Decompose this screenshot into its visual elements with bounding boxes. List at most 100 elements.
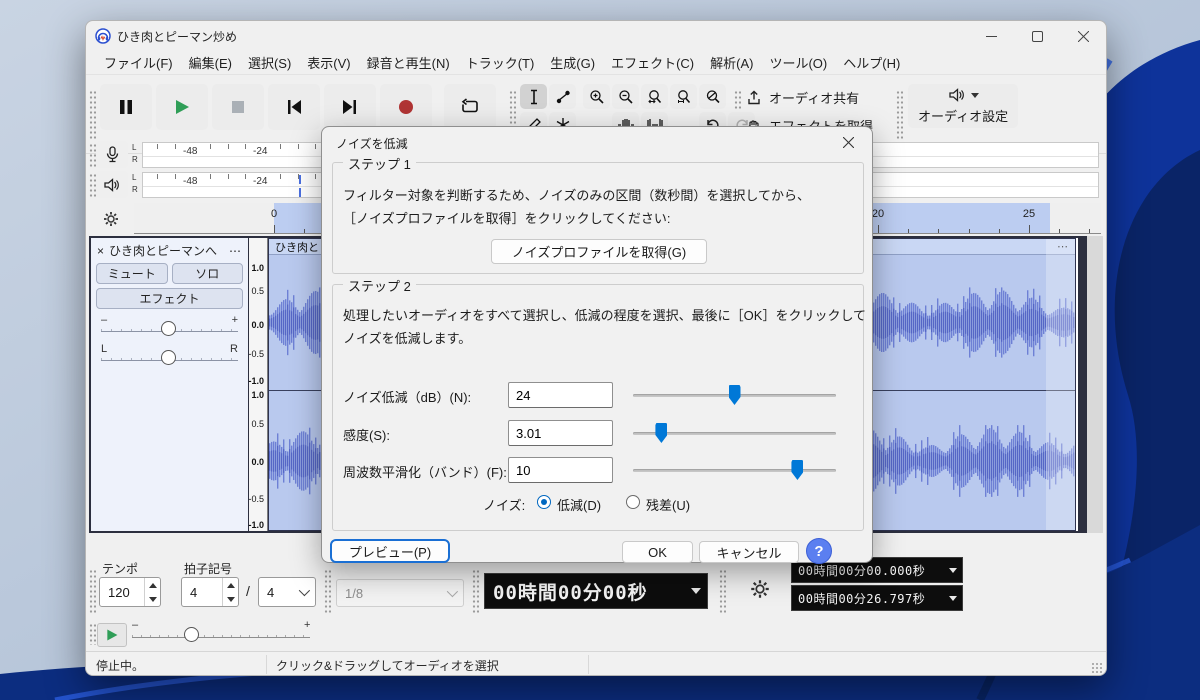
minimize-button[interactable] bbox=[968, 21, 1014, 51]
time-toolbar-grip[interactable] bbox=[89, 569, 96, 615]
envelope-tool-button[interactable] bbox=[549, 84, 576, 109]
selection-tool-button[interactable] bbox=[520, 84, 547, 109]
timeline-label-25: 25 bbox=[1023, 208, 1035, 220]
solo-button[interactable]: ソロ bbox=[172, 263, 244, 284]
stop-icon bbox=[230, 99, 246, 115]
menu-analyze[interactable]: 解析(A) bbox=[702, 50, 761, 75]
sensitivity-slider-thumb[interactable] bbox=[655, 423, 667, 443]
play-at-speed-button[interactable] bbox=[97, 623, 127, 647]
share-audio-button[interactable]: オーディオ共有 bbox=[746, 88, 859, 107]
audio-position-display[interactable]: 00時間00分00秒 bbox=[484, 573, 708, 609]
tempo-down-button[interactable] bbox=[145, 592, 160, 606]
freq-smoothing-input[interactable] bbox=[508, 457, 613, 483]
menu-transport[interactable]: 録音と再生(N) bbox=[359, 50, 458, 75]
timesig-upper-value[interactable]: 4 bbox=[182, 578, 222, 606]
gain-slider-thumb[interactable] bbox=[161, 321, 176, 336]
tempo-value[interactable]: 120 bbox=[100, 578, 144, 606]
timeline-label-20: 20 bbox=[872, 208, 884, 220]
record-button[interactable] bbox=[380, 84, 432, 130]
snap-toolbar-grip[interactable] bbox=[324, 569, 331, 615]
audio-setup-grip[interactable] bbox=[896, 90, 903, 140]
menu-select[interactable]: 選択(S) bbox=[240, 50, 299, 75]
noise-reduction-slider[interactable] bbox=[633, 385, 836, 405]
tempo-up-button[interactable] bbox=[145, 578, 160, 592]
play-speed-grip[interactable] bbox=[89, 623, 96, 645]
play-button[interactable] bbox=[156, 84, 208, 130]
radio-residue-label[interactable]: 残差(U) bbox=[646, 495, 690, 514]
skip-to-end-button[interactable] bbox=[324, 84, 376, 130]
playback-meter-grip[interactable] bbox=[89, 173, 96, 197]
noise-reduction-slider-thumb[interactable] bbox=[729, 385, 741, 405]
snap-dropdown[interactable]: 1/8 bbox=[336, 579, 464, 607]
menu-generate[interactable]: 生成(G) bbox=[542, 50, 603, 75]
tempo-spinner[interactable]: 120 bbox=[99, 577, 161, 607]
window-resize-grip[interactable] bbox=[1091, 662, 1103, 674]
selection-options-button[interactable] bbox=[750, 579, 770, 602]
record-icon bbox=[397, 98, 415, 116]
radio-residue[interactable] bbox=[626, 495, 640, 509]
title-bar[interactable]: ひき肉とピーマン炒め bbox=[86, 21, 1106, 51]
clip-right-edge bbox=[1076, 238, 1078, 531]
close-button[interactable] bbox=[1060, 21, 1106, 51]
radio-reduce-label[interactable]: 低減(D) bbox=[557, 495, 601, 514]
play-speed-slider[interactable] bbox=[132, 635, 310, 638]
selection-range-grip[interactable] bbox=[719, 569, 726, 615]
timesig-lower-dropdown[interactable]: 4 bbox=[258, 577, 316, 607]
menu-edit[interactable]: 編集(E) bbox=[181, 50, 240, 75]
gain-minus-label: – bbox=[101, 314, 107, 326]
stop-button[interactable] bbox=[212, 84, 264, 130]
help-button[interactable]: ? bbox=[806, 538, 832, 564]
selection-start-value: 00時間00分00.000秒 bbox=[792, 562, 931, 579]
zoom-toggle-button[interactable] bbox=[699, 84, 726, 109]
effects-button[interactable]: エフェクト bbox=[96, 288, 243, 309]
freq-smoothing-slider-thumb[interactable] bbox=[791, 460, 803, 480]
menu-tracks[interactable]: トラック(T) bbox=[458, 50, 543, 75]
menu-help[interactable]: ヘルプ(H) bbox=[835, 50, 908, 75]
audio-setup-button[interactable]: オーディオ設定 bbox=[908, 84, 1018, 128]
zoom-selection-button[interactable] bbox=[641, 84, 668, 109]
loop-button[interactable] bbox=[444, 84, 496, 130]
sensitivity-input[interactable] bbox=[508, 420, 613, 446]
recording-meter-grip[interactable] bbox=[89, 143, 96, 167]
mute-button[interactable]: ミュート bbox=[96, 263, 168, 284]
timeline-options-button[interactable] bbox=[91, 203, 131, 234]
pause-button[interactable] bbox=[100, 84, 152, 130]
pan-slider[interactable]: L R bbox=[101, 343, 238, 369]
freq-smoothing-slider[interactable] bbox=[633, 460, 836, 480]
timesig-upper-spinner[interactable]: 4 bbox=[181, 577, 239, 607]
cancel-button[interactable]: キャンセル bbox=[699, 541, 799, 563]
record-meter-button[interactable] bbox=[96, 141, 128, 168]
vertical-ruler[interactable]: 1.0 0.5 0.0 -0.5 -1.0 1.0 0.5 0.0 -0.5 -… bbox=[249, 238, 268, 531]
transport-toolbar-grip[interactable] bbox=[89, 90, 96, 140]
fit-project-button[interactable] bbox=[670, 84, 697, 109]
track-name[interactable]: ひき肉とピーマンへ bbox=[109, 242, 217, 259]
get-noise-profile-button[interactable]: ノイズプロファイルを取得(G) bbox=[491, 239, 707, 264]
track-close-button[interactable]: × bbox=[97, 244, 104, 258]
menu-tools[interactable]: ツール(O) bbox=[761, 50, 835, 75]
dialog-close-button[interactable] bbox=[836, 131, 860, 153]
pan-slider-thumb[interactable] bbox=[161, 350, 176, 365]
maximize-button[interactable] bbox=[1014, 21, 1060, 51]
radio-reduce[interactable] bbox=[537, 495, 551, 509]
play-meter-button[interactable] bbox=[96, 171, 128, 198]
skip-to-start-button[interactable] bbox=[268, 84, 320, 130]
track-menu-button[interactable]: ⋯ bbox=[229, 244, 242, 258]
play-speed-thumb[interactable] bbox=[184, 627, 199, 642]
selection-toolbar-grip[interactable] bbox=[472, 569, 479, 615]
share-audio-icon bbox=[746, 90, 762, 106]
timesig-down-button[interactable] bbox=[223, 592, 238, 606]
menu-file[interactable]: ファイル(F) bbox=[96, 50, 181, 75]
zoom-in-button[interactable] bbox=[583, 84, 610, 109]
timesig-up-button[interactable] bbox=[223, 578, 238, 592]
sensitivity-slider[interactable] bbox=[633, 423, 836, 443]
ok-button[interactable]: OK bbox=[622, 541, 693, 563]
gain-slider[interactable]: – + bbox=[101, 314, 238, 340]
preview-button[interactable]: プレビュー(P) bbox=[330, 539, 450, 563]
selection-end-display[interactable]: 00時間00分26.797秒 bbox=[791, 585, 963, 611]
menu-effect[interactable]: エフェクト(C) bbox=[603, 50, 702, 75]
menu-view[interactable]: 表示(V) bbox=[299, 50, 358, 75]
share-toolbar-grip[interactable] bbox=[734, 90, 741, 110]
selection-end-value: 00時間00分26.797秒 bbox=[792, 590, 931, 607]
zoom-out-button[interactable] bbox=[612, 84, 639, 109]
noise-reduction-input[interactable] bbox=[508, 382, 613, 408]
